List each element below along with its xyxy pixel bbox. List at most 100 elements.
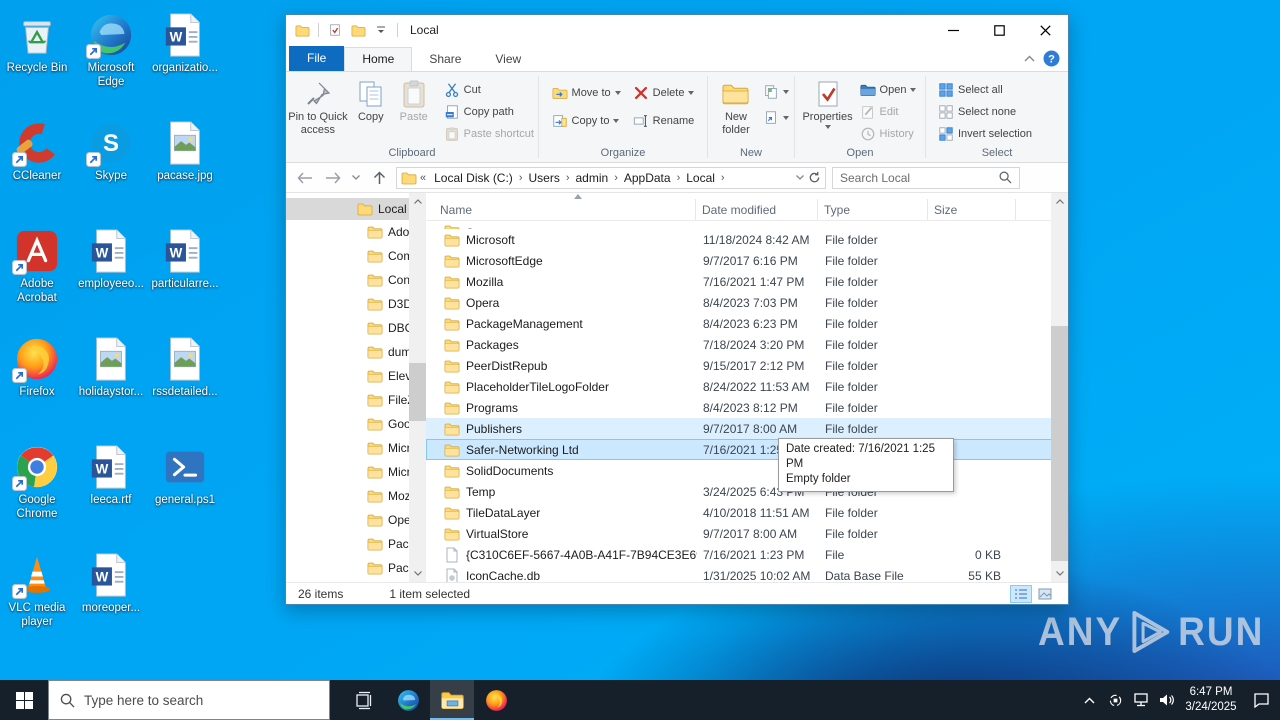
tree-item-micros-10[interactable]: Micros: [286, 460, 426, 484]
tree-item-mozilla-11[interactable]: Mozilla: [286, 484, 426, 508]
table-row-opera[interactable]: Opera 8/4/2023 7:03 PM File folder: [426, 292, 1068, 313]
action-center-button[interactable]: [1242, 680, 1280, 720]
tree-scrollbar-thumb[interactable]: [409, 363, 426, 421]
folder-icon[interactable]: [293, 21, 311, 39]
tab-share[interactable]: Share: [412, 48, 478, 71]
new-folder-qat-icon[interactable]: [349, 21, 367, 39]
taskbar-edge-icon[interactable]: [386, 680, 430, 720]
table-row-programs[interactable]: Programs 8/4/2023 8:12 PM File folder: [426, 397, 1068, 418]
column-header-date-modified[interactable]: Date modified: [696, 199, 818, 220]
select-none-button[interactable]: Select none: [934, 101, 1020, 123]
desktop-icon-pacase-jpg[interactable]: pacase.jpg: [148, 116, 222, 224]
tree-item-dbg-4[interactable]: DBG: [286, 316, 426, 340]
desktop-icon-google-chrome[interactable]: Google Chrome: [0, 440, 74, 548]
tab-file[interactable]: File: [289, 46, 345, 71]
move-to-button[interactable]: Move to: [548, 79, 625, 107]
breadcrumb-item-local-disk-c[interactable]: Local Disk (C:): [429, 171, 518, 185]
tree-item-elevate-6[interactable]: Elevate: [286, 364, 426, 388]
table-row-packagemanagement[interactable]: PackageManagement 8/4/2023 6:23 PM File …: [426, 313, 1068, 334]
tree-item-opera-12[interactable]: Opera: [286, 508, 426, 532]
file-list-scrollbar[interactable]: [1051, 193, 1068, 582]
select-all-button[interactable]: Select all: [934, 79, 1007, 101]
pin-to-quick-access-button[interactable]: Pin to Quick access: [286, 75, 350, 138]
tab-view[interactable]: View: [478, 48, 538, 71]
rename-button[interactable]: Rename: [629, 107, 699, 135]
table-row-publishers[interactable]: Publishers 9/7/2017 8:00 AM File folder: [426, 418, 1068, 439]
tree-item-packag-13[interactable]: Packag: [286, 532, 426, 556]
new-folder-button[interactable]: New folder: [711, 75, 761, 138]
details-view-button[interactable]: [1010, 584, 1032, 603]
breadcrumb-item-users[interactable]: Users: [523, 171, 564, 185]
tree-item-adobe-0[interactable]: Adobe: [286, 220, 426, 244]
desktop-icon-adobe-acrobat[interactable]: Adobe Acrobat: [0, 224, 74, 332]
desktop-icon-holidaystor[interactable]: holidaystor...: [74, 332, 148, 440]
edit-button[interactable]: Edit: [856, 101, 921, 123]
tree-item-micros-9[interactable]: Micros: [286, 436, 426, 460]
table-row-tiledatalayer[interactable]: TileDataLayer 4/10/2018 11:51 AM File fo…: [426, 502, 1068, 523]
tree-item-local[interactable]: Local: [286, 198, 426, 220]
invert-selection-button[interactable]: Invert selection: [934, 123, 1036, 145]
up-button[interactable]: [368, 167, 390, 189]
paste-button[interactable]: Paste: [392, 75, 436, 126]
paste-shortcut-button[interactable]: Paste shortcut: [440, 123, 538, 145]
new-item-button[interactable]: [761, 79, 791, 105]
desktop-icon-rssdetailed[interactable]: rssdetailed...: [148, 332, 222, 440]
column-header-type[interactable]: Type: [818, 199, 928, 220]
table-row-microsoftedge[interactable]: MicrosoftEdge 9/7/2017 6:16 PM File fold…: [426, 250, 1068, 271]
table-row-safer-networking-ltd[interactable]: Safer-Networking Ltd 7/16/2021 1:25 PM F…: [426, 439, 1068, 460]
close-button[interactable]: [1022, 15, 1068, 45]
breadcrumb-item-local[interactable]: Local: [681, 171, 720, 185]
table-row-iconcache-db[interactable]: IconCache.db 1/31/2025 10:02 AM Data Bas…: [426, 565, 1068, 582]
desktop-icon-firefox[interactable]: Firefox: [0, 332, 74, 440]
scroll-up-icon[interactable]: [1051, 193, 1068, 210]
history-button[interactable]: History: [856, 123, 921, 145]
desktop-icon-microsoft-edge[interactable]: Microsoft Edge: [74, 8, 148, 116]
scroll-down-icon[interactable]: [1051, 565, 1068, 582]
desktop-icon-recycle-bin[interactable]: Recycle Bin: [0, 8, 74, 116]
task-view-button[interactable]: [342, 680, 386, 720]
start-button[interactable]: [0, 680, 48, 720]
desktop-icon-skype[interactable]: S Skype: [74, 116, 148, 224]
desktop-icon-vlc-media-player[interactable]: VLC media player: [0, 548, 74, 656]
table-row-microsoft[interactable]: Microsoft 11/18/2024 8:42 AM File folder: [426, 229, 1068, 250]
tree-item-d3dsc-3[interactable]: D3DSC: [286, 292, 426, 316]
easy-access-button[interactable]: [761, 105, 791, 131]
address-field[interactable]: « Local Disk (C:) › Users › admin › AppD…: [396, 166, 826, 189]
desktop-icon-organizatio[interactable]: W organizatio...: [148, 8, 222, 116]
desktop-icon-ccleaner[interactable]: CCleaner: [0, 116, 74, 224]
search-input[interactable]: Search Local: [832, 166, 1020, 189]
tray-update-icon[interactable]: [1102, 680, 1128, 720]
breadcrumb-item-appdata[interactable]: AppData: [619, 171, 676, 185]
tree-scrollbar[interactable]: [409, 193, 426, 582]
customize-qat-chevron-icon[interactable]: [372, 21, 390, 39]
table-row-packages[interactable]: Packages 7/18/2024 3:20 PM File folder: [426, 334, 1068, 355]
table-row-mozilla[interactable]: Mozilla 7/16/2021 1:47 PM File folder: [426, 271, 1068, 292]
column-header-name[interactable]: Name: [426, 199, 696, 220]
tray-volume-icon[interactable]: [1154, 680, 1180, 720]
table-row-virtualstore[interactable]: VirtualStore 9/7/2017 8:00 AM File folde…: [426, 523, 1068, 544]
tree-item-comm-1[interactable]: Comm: [286, 244, 426, 268]
desktop-icon-leeca-rtf[interactable]: W leeca.rtf: [74, 440, 148, 548]
minimize-button[interactable]: [930, 15, 976, 45]
taskbar-firefox-icon[interactable]: [474, 680, 518, 720]
taskbar-search-input[interactable]: Type here to search: [48, 680, 330, 720]
scroll-up-icon[interactable]: [409, 193, 426, 210]
delete-button[interactable]: Delete: [629, 79, 699, 107]
table-row-placeholdertilelogofolder[interactable]: PlaceholderTileLogoFolder 8/24/2022 11:5…: [426, 376, 1068, 397]
maximize-button[interactable]: [976, 15, 1022, 45]
desktop-icon-employeeo[interactable]: W employeeo...: [74, 224, 148, 332]
desktop-icon-general-ps1[interactable]: general.ps1: [148, 440, 222, 548]
desktop-icon-particularre[interactable]: W particularre...: [148, 224, 222, 332]
column-header-size[interactable]: Size: [928, 199, 1016, 220]
breadcrumb-item-admin[interactable]: admin: [571, 171, 614, 185]
tree-item-connec-2[interactable]: Connec: [286, 268, 426, 292]
tab-home[interactable]: Home: [344, 47, 413, 71]
scroll-down-icon[interactable]: [409, 565, 426, 582]
tray-network-icon[interactable]: [1128, 680, 1154, 720]
back-button[interactable]: [294, 167, 316, 189]
tray-chevron-up-icon[interactable]: [1076, 680, 1102, 720]
address-dropdown-chevron-icon[interactable]: [796, 175, 804, 180]
copy-path-button[interactable]: Copy path: [440, 101, 538, 123]
tree-item-dummy-5[interactable]: dummy: [286, 340, 426, 364]
refresh-icon[interactable]: [808, 171, 821, 184]
